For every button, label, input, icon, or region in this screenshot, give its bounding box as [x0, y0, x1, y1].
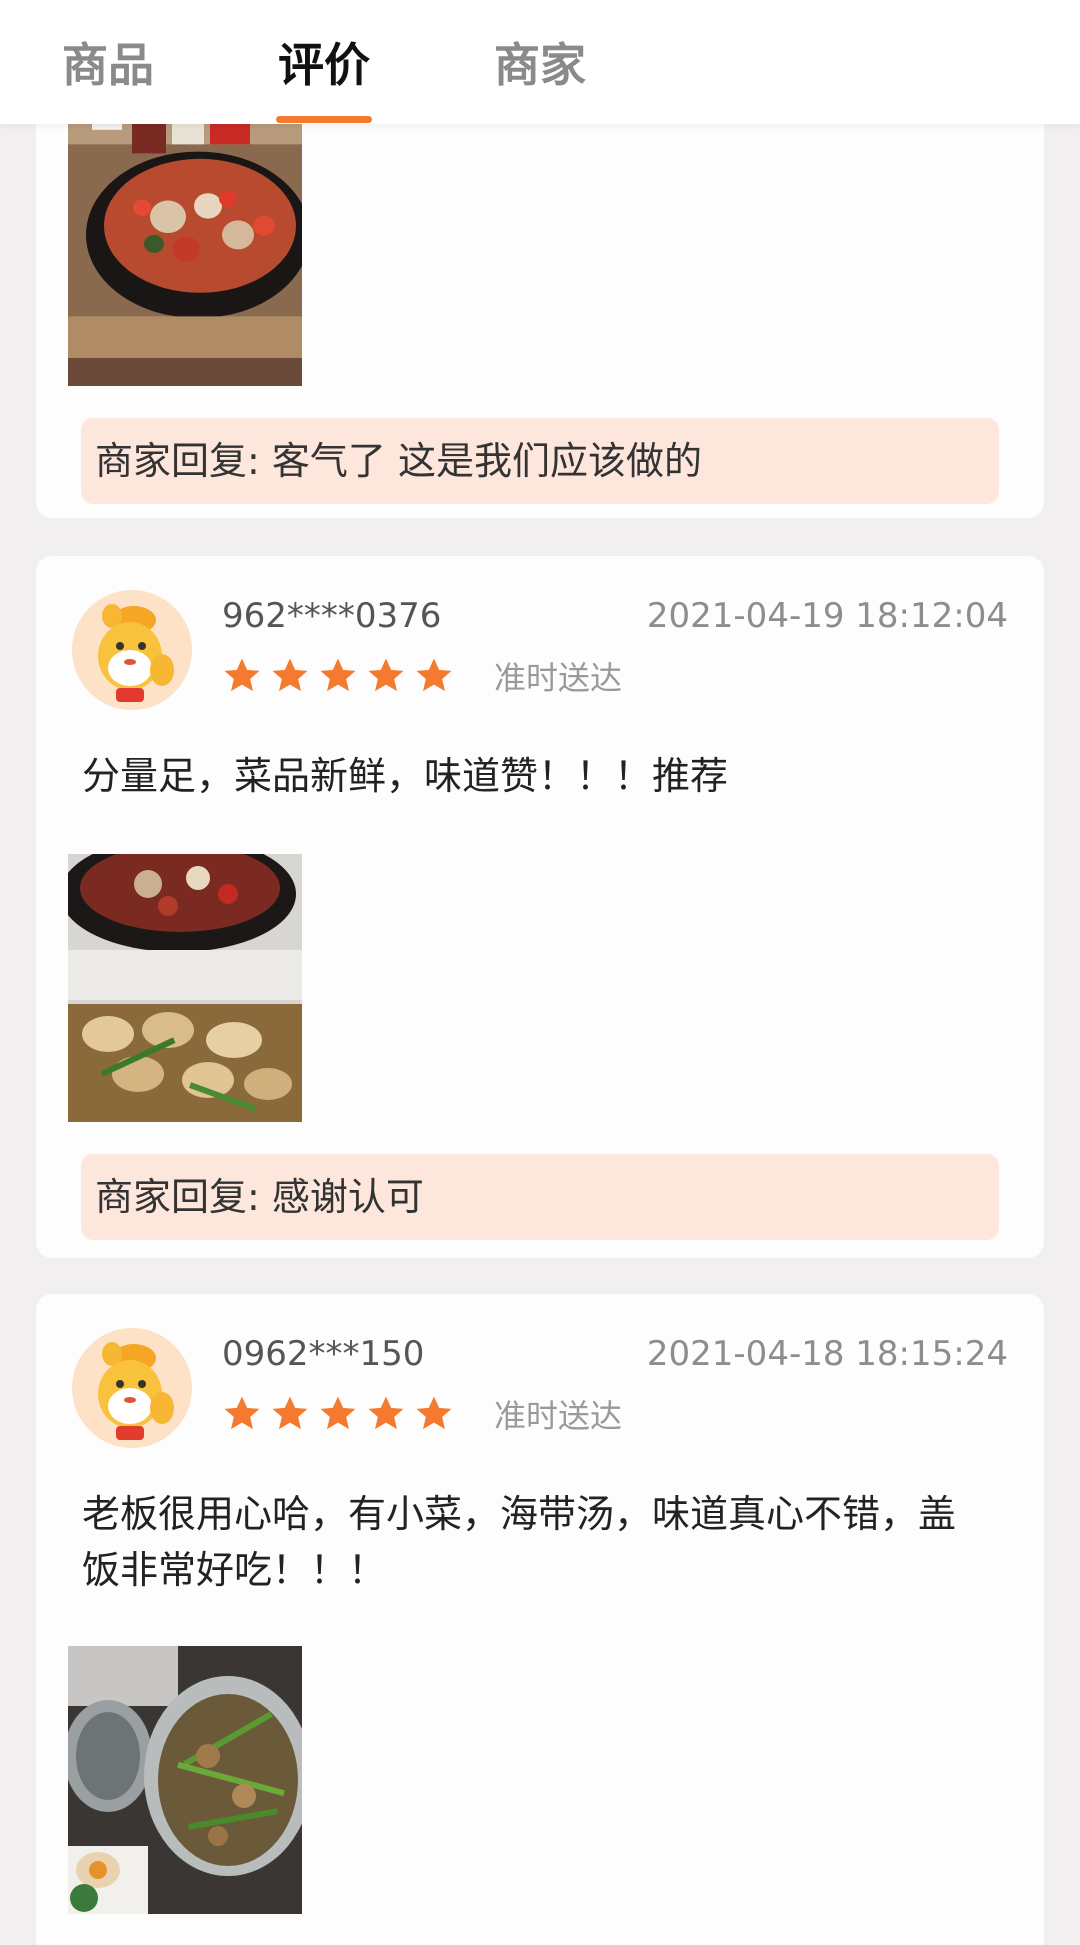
review-photo[interactable]: [68, 90, 302, 386]
merchant-reply: 商家回复: 客气了 这是我们应该做的: [81, 418, 999, 504]
food-photo-icon: [68, 90, 302, 358]
star-icon: [366, 656, 406, 696]
star-rating: [222, 656, 454, 700]
reviewer-username: 962****0376: [222, 596, 442, 636]
review-card: 0962***150 2021-04-18 18:15:24 准时送达 老板很用…: [36, 1294, 1044, 1945]
star-icon: [414, 1394, 454, 1434]
tab-reviews[interactable]: 评价: [278, 30, 370, 100]
food-photo-icon: [68, 854, 302, 1122]
review-timestamp: 2021-04-18 18:15:24: [646, 1334, 1008, 1374]
review-photo[interactable]: [68, 854, 302, 1122]
merchant-reply: 商家回复: 感谢认可: [81, 1154, 999, 1240]
review-photo[interactable]: [68, 1646, 302, 1914]
star-icon: [318, 1394, 358, 1434]
food-photo-icon: [68, 1646, 302, 1914]
review-card: 962****0376 2021-04-19 18:12:04 准时送达 分量足…: [36, 556, 1044, 1258]
delivery-tag: 准时送达: [494, 1397, 623, 1435]
review-text: 老板很用心哈，有小菜，海带汤，味道真心不错，盖饭非常好吃！！！: [82, 1492, 957, 1592]
star-icon: [414, 656, 454, 696]
active-tab-indicator: [276, 116, 372, 123]
star-rating: [222, 1394, 454, 1438]
tab-bar: 商品 评价 商家: [0, 0, 1080, 124]
star-icon: [222, 656, 262, 696]
review-timestamp: 2021-04-19 18:12:04: [646, 596, 1008, 636]
star-icon: [270, 1394, 310, 1434]
star-icon: [318, 656, 358, 696]
star-icon: [222, 1394, 262, 1434]
tab-goods[interactable]: 商品: [62, 30, 154, 100]
delivery-tag: 准时送达: [494, 659, 623, 697]
tab-merchant[interactable]: 商家: [494, 30, 586, 100]
review-text: 分量足，菜品新鲜，味道赞！！！推荐: [82, 754, 729, 798]
reviews-page: 商品 评价 商家 商家回复: 客气了 这是我们应该做的 962****0376 …: [0, 0, 1080, 1945]
star-icon: [270, 656, 310, 696]
star-icon: [366, 1394, 406, 1434]
review-card: 商家回复: 客气了 这是我们应该做的: [36, 90, 1044, 518]
cartoon-mascot-avatar-icon[interactable]: [72, 1328, 192, 1448]
reviewer-username: 0962***150: [222, 1334, 425, 1374]
cartoon-mascot-avatar-icon[interactable]: [72, 590, 192, 710]
